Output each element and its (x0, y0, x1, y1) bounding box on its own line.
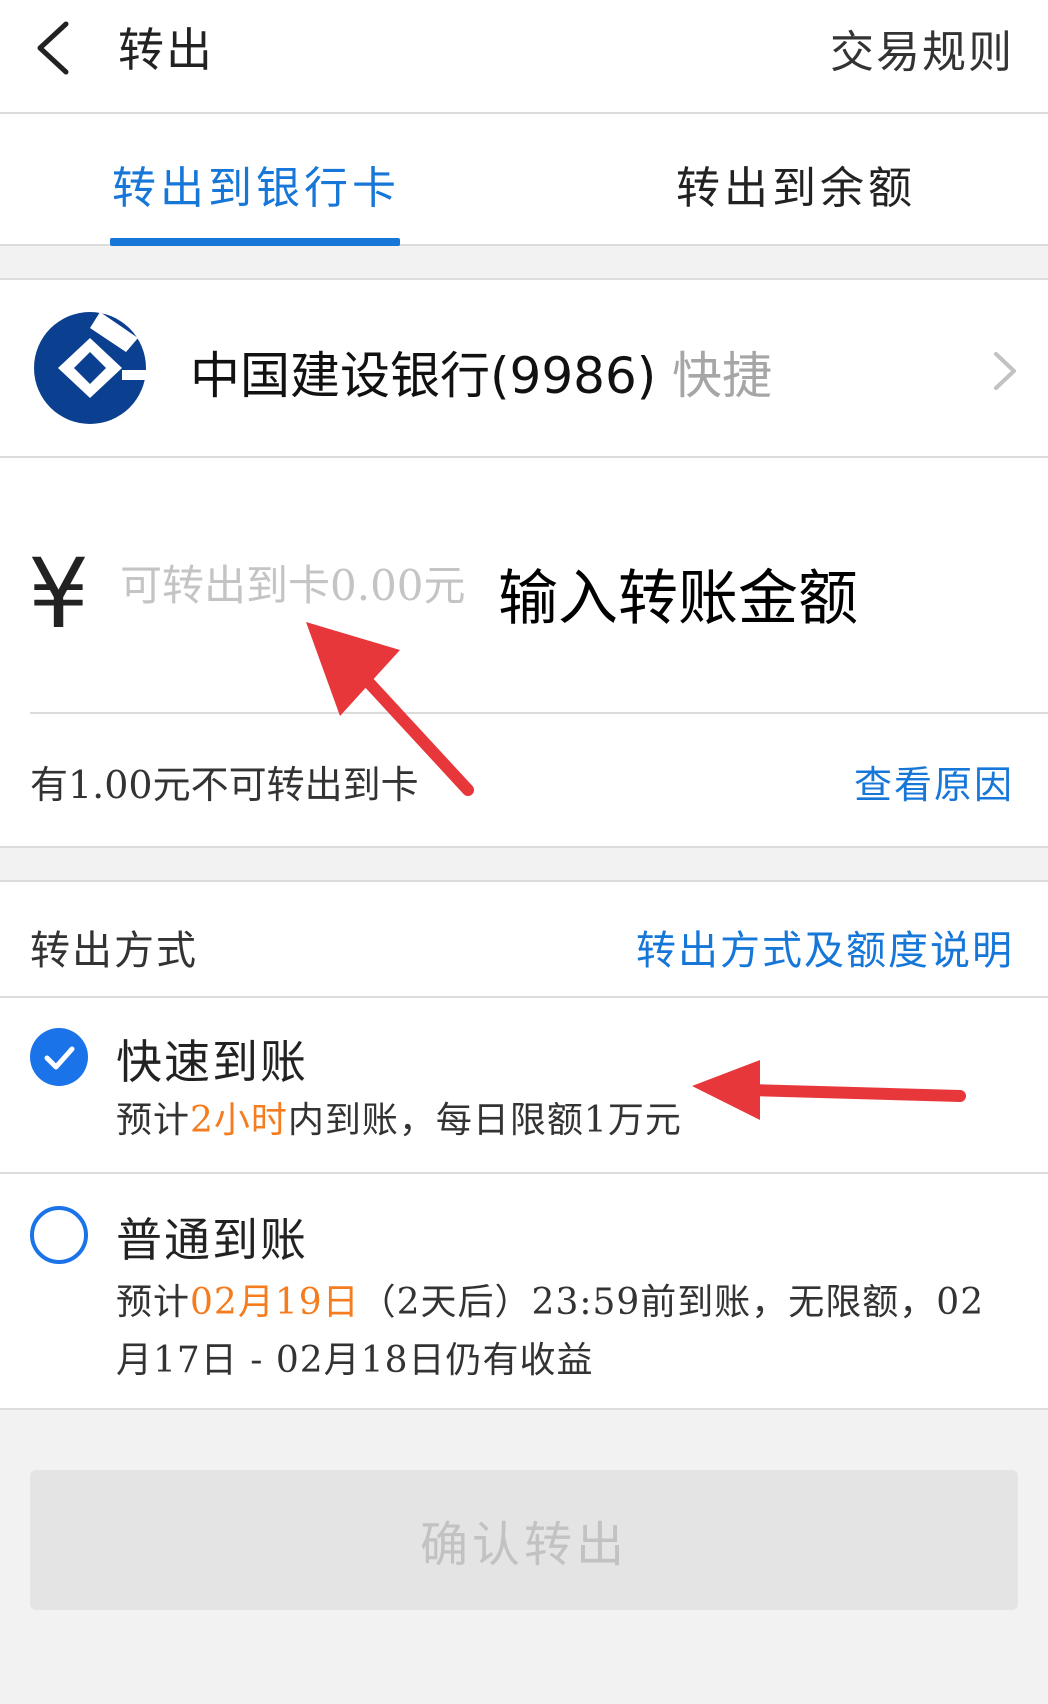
amount-section: ¥ 输入转账金额 有1.00元不可转出到卡 查看原因 (0, 458, 1048, 848)
bank-name: 中国建设银行(9986) (190, 347, 657, 405)
desc-suffix: 内到账，每日限额1万元 (287, 1100, 682, 1141)
not-transferable-note: 有1.00元不可转出到卡 (30, 763, 419, 807)
desc-highlight: 02月19日 (190, 1282, 360, 1323)
radio-checked-icon[interactable] (30, 1028, 88, 1086)
page-title: 转出 (118, 23, 214, 77)
trading-rules-link[interactable]: 交易规则 (830, 16, 1014, 80)
desc-highlight: 2小时 (190, 1100, 288, 1141)
option-description: 预计02月19日（2天后）23:59前到账，无限额，02月17日 - 02月18… (116, 1274, 1016, 1390)
chevron-left-icon[interactable] (30, 18, 90, 78)
option-normal-arrival[interactable]: 普通到账 预计02月19日（2天后）23:59前到账，无限额，02月17日 - … (0, 1174, 1048, 1410)
bank-quick-tag: 快捷 (672, 347, 772, 405)
chevron-right-icon (994, 352, 1016, 390)
tab-bar: 转出到银行卡 转出到余额 (0, 114, 1048, 246)
radio-unchecked-icon[interactable] (30, 1206, 88, 1264)
desc-prefix: 预计 (116, 1282, 191, 1323)
checkmark-icon (44, 1046, 75, 1070)
top-bar: 转出 交易规则 (0, 0, 1048, 114)
yen-icon: ¥ (28, 538, 90, 650)
tab-to-bank-card[interactable]: 转出到银行卡 (112, 152, 400, 216)
tab-to-balance[interactable]: 转出到余额 (676, 152, 916, 216)
option-title: 普通到账 (116, 1213, 308, 1267)
annotation-enter-amount: 输入转账金额 (498, 564, 858, 634)
transfer-method-title: 转出方式 (30, 928, 198, 974)
method-limit-explanation-link[interactable]: 转出方式及额度说明 (636, 918, 1014, 976)
desc-prefix: 预计 (116, 1100, 191, 1141)
transfer-method-header: 转出方式 转出方式及额度说明 (0, 880, 1048, 998)
amount-input[interactable] (120, 550, 500, 620)
option-fast-arrival[interactable]: 快速到账 预计2小时内到账，每日限额1万元 (0, 998, 1048, 1174)
divider (30, 712, 1048, 714)
bank-card-selector[interactable]: 中国建设银行(9986) 快捷 (0, 278, 1048, 458)
active-tab-indicator (110, 238, 400, 246)
option-description: 预计2小时内到账，每日限额1万元 (116, 1092, 1016, 1150)
option-title: 快速到账 (116, 1035, 308, 1089)
ccb-bank-logo-icon (34, 312, 148, 424)
confirm-transfer-button[interactable]: 确认转出 (30, 1470, 1018, 1610)
view-reason-link[interactable]: 查看原因 (854, 754, 1014, 809)
annotation-arrows (306, 622, 966, 1120)
